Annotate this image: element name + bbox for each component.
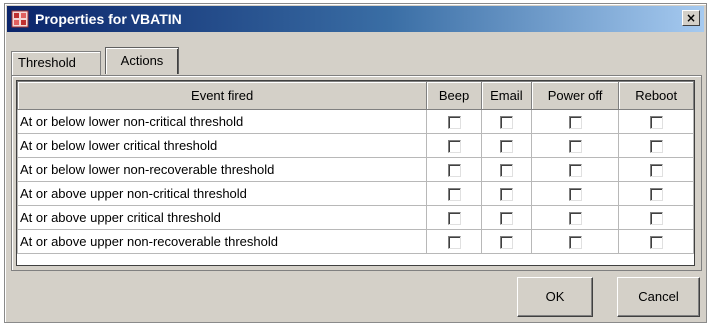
power-off-checkbox[interactable]	[568, 116, 582, 130]
reboot-checkbox[interactable]	[649, 236, 663, 250]
event-cell: At or above upper critical threshold	[16, 205, 428, 230]
event-cell: At or above upper non-recoverable thresh…	[16, 229, 428, 254]
reboot-checkbox[interactable]	[649, 116, 663, 130]
power-off-checkbox[interactable]	[568, 140, 582, 154]
table-row: At or above upper non-recoverable thresh…	[16, 229, 694, 254]
column-header-power-off[interactable]: Power off	[530, 81, 620, 110]
table-header-row: Event fired Beep Email Power off Reboot	[16, 81, 694, 110]
column-header-beep[interactable]: Beep	[426, 81, 482, 110]
beep-checkbox[interactable]	[447, 164, 461, 178]
window-title: Properties for VBATIN	[35, 11, 182, 27]
actions-panel: Event fired Beep Email Power off Reboot …	[11, 75, 702, 271]
tab-actions[interactable]: Actions	[105, 47, 179, 74]
table-row: At or below lower non-critical threshold	[16, 109, 694, 134]
close-button[interactable]: ×	[682, 10, 700, 26]
power-off-checkbox[interactable]	[568, 188, 582, 202]
tab-threshold[interactable]: Threshold	[11, 51, 101, 75]
properties-app-icon	[11, 10, 29, 28]
beep-checkbox[interactable]	[447, 212, 461, 226]
email-checkbox[interactable]	[499, 236, 513, 250]
properties-dialog: Properties for VBATIN × Threshold Action…	[4, 3, 707, 323]
event-cell: At or below lower non-recoverable thresh…	[16, 157, 428, 182]
beep-checkbox[interactable]	[447, 116, 461, 130]
email-checkbox[interactable]	[499, 188, 513, 202]
column-header-email[interactable]: Email	[480, 81, 532, 110]
title-bar[interactable]: Properties for VBATIN ×	[7, 6, 704, 32]
beep-checkbox[interactable]	[447, 188, 461, 202]
table-row: At or above upper non-critical threshold	[16, 181, 694, 206]
power-off-checkbox[interactable]	[568, 212, 582, 226]
event-cell: At or below lower non-critical threshold	[16, 109, 428, 134]
power-off-checkbox[interactable]	[568, 236, 582, 250]
event-cell: At or below lower critical threshold	[16, 133, 428, 158]
table-row: At or below lower critical threshold	[16, 133, 694, 158]
column-header-event-fired[interactable]: Event fired	[16, 81, 428, 110]
beep-checkbox[interactable]	[447, 140, 461, 154]
power-off-checkbox[interactable]	[568, 164, 582, 178]
email-checkbox[interactable]	[499, 140, 513, 154]
reboot-checkbox[interactable]	[649, 188, 663, 202]
email-checkbox[interactable]	[499, 116, 513, 130]
table-row: At or below lower non-recoverable thresh…	[16, 157, 694, 182]
cancel-button[interactable]: Cancel	[617, 277, 700, 317]
reboot-checkbox[interactable]	[649, 212, 663, 226]
column-header-reboot[interactable]: Reboot	[618, 81, 694, 110]
beep-checkbox[interactable]	[447, 236, 461, 250]
ok-button[interactable]: OK	[517, 277, 593, 317]
table-row: At or above upper critical threshold	[16, 205, 694, 230]
email-checkbox[interactable]	[499, 164, 513, 178]
reboot-checkbox[interactable]	[649, 164, 663, 178]
event-cell: At or above upper non-critical threshold	[16, 181, 428, 206]
email-checkbox[interactable]	[499, 212, 513, 226]
reboot-checkbox[interactable]	[649, 140, 663, 154]
close-icon: ×	[685, 11, 697, 25]
event-actions-table: Event fired Beep Email Power off Reboot …	[16, 80, 695, 266]
